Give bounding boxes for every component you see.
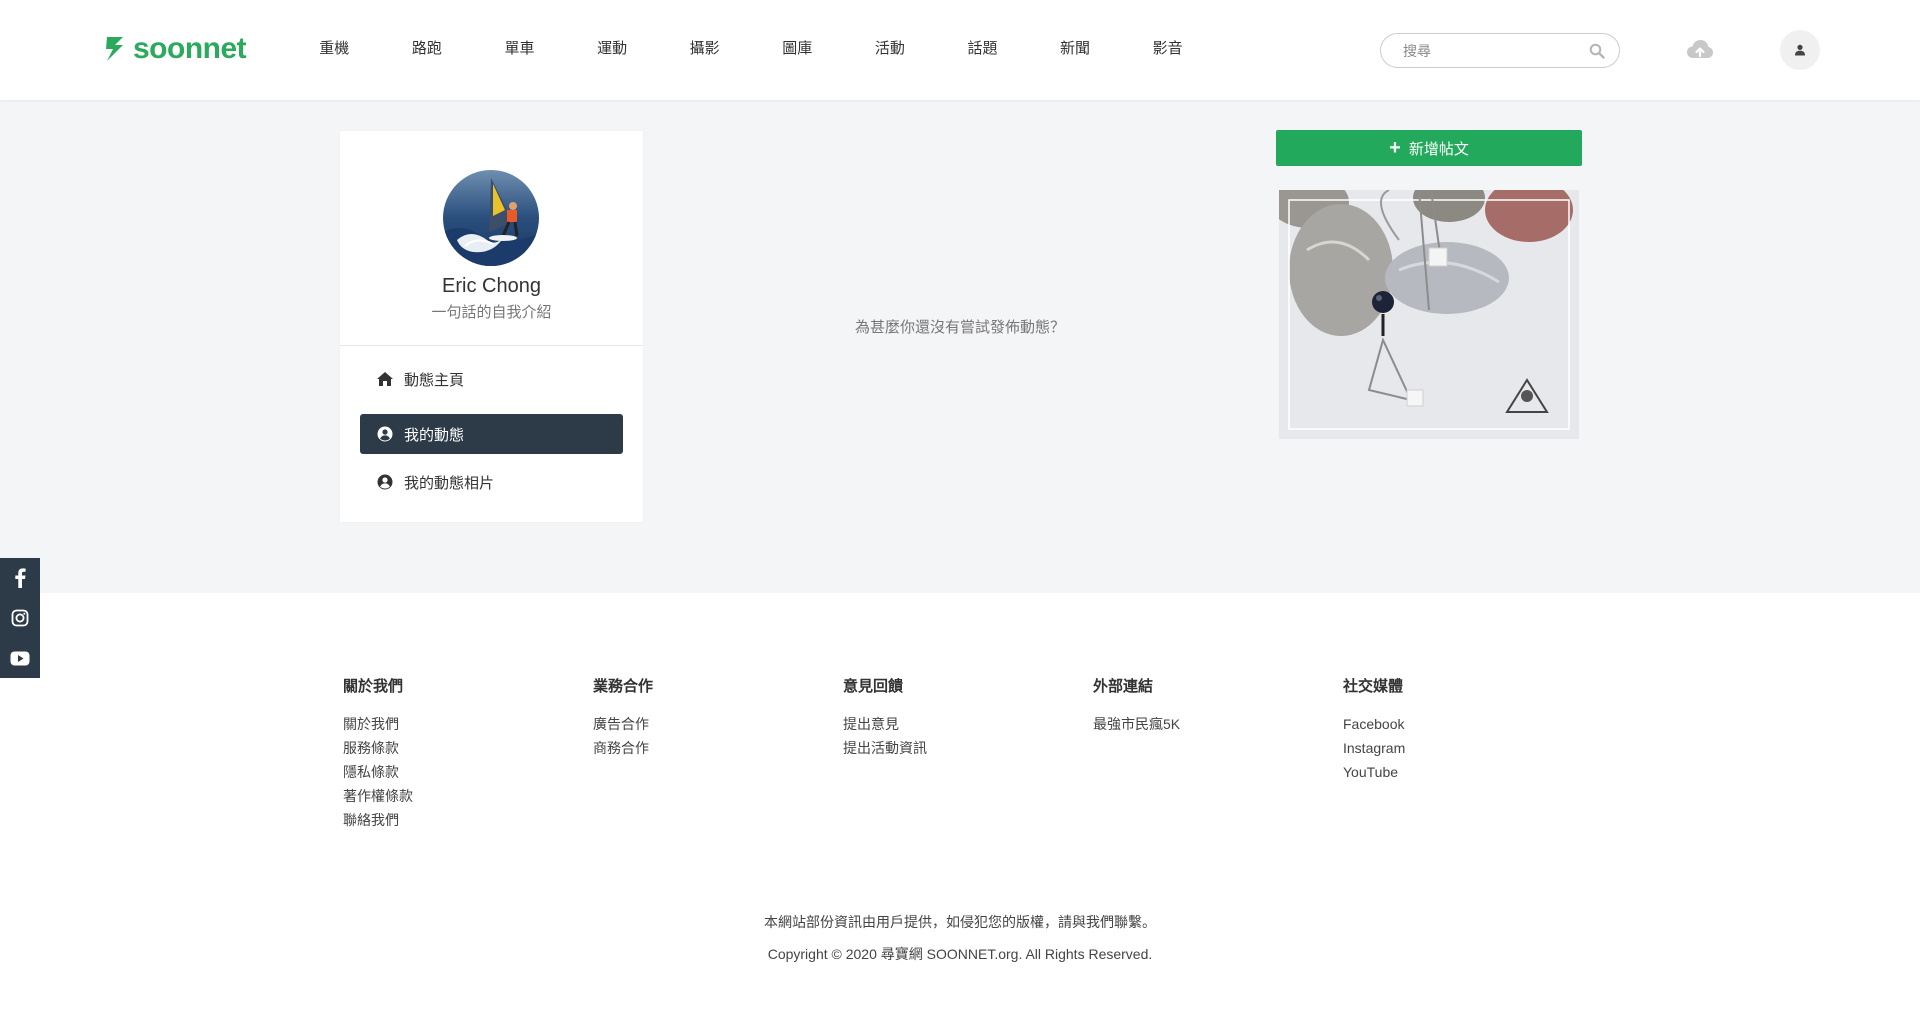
nav-item-topics[interactable]: 話題 — [936, 38, 1029, 60]
footer-copyright: Copyright © 2020 尋寶網 SOONNET.org. All Ri… — [767, 946, 1153, 962]
profile-bio: 一句話的自我介紹 — [431, 304, 552, 321]
nav-item-gallery[interactable]: 圖庫 — [751, 38, 844, 60]
footer-heading: 社交媒體 — [1343, 678, 1404, 695]
footer-col-about: 關於我們 關於我們 服務條款 隱私條款 著作權條款 聯絡我們 — [343, 677, 563, 832]
logo-text: soonnet — [133, 32, 247, 65]
site-header: soonnet 重機 路跑 單車 運動 攝影 圖庫 活動 話題 新聞 影音 — [0, 0, 1920, 100]
main-background — [0, 100, 1920, 593]
nav-item-cycling[interactable]: 單車 — [473, 38, 566, 60]
menu-item-label: 我的動態相片 — [404, 474, 495, 492]
footer-heading: 意見回饋 — [843, 678, 904, 695]
youtube-link[interactable] — [0, 638, 40, 678]
search-input[interactable] — [1403, 42, 1573, 60]
earrings-photo — [1279, 190, 1579, 439]
footer-link-facebook[interactable]: Facebook — [1343, 712, 1563, 736]
footer-link-youtube[interactable]: YouTube — [1343, 760, 1563, 784]
facebook-link[interactable] — [0, 558, 40, 598]
footer-heading: 關於我們 — [343, 678, 404, 695]
footer-link-5k[interactable]: 最強市民瘋5K — [1093, 712, 1313, 736]
footer-link-copyright-terms[interactable]: 著作權條款 — [343, 784, 563, 808]
social-sidebar — [0, 558, 40, 678]
footer-link-instagram[interactable]: Instagram — [1343, 736, 1563, 760]
user-menu-button[interactable] — [1780, 30, 1820, 70]
site-logo[interactable]: soonnet — [103, 32, 247, 65]
divider — [340, 345, 643, 346]
youtube-icon — [10, 651, 30, 665]
main-nav: 重機 路跑 單車 運動 攝影 圖庫 活動 話題 新聞 影音 — [288, 38, 1214, 60]
search-box — [1380, 33, 1620, 68]
new-post-button[interactable]: + 新增帖文 — [1276, 130, 1582, 166]
menu-item-label: 動態主頁 — [404, 371, 465, 389]
footer-col-feedback: 意見回饋 提出意見 提出活動資訊 — [843, 677, 1063, 760]
nav-item-photography[interactable]: 攝影 — [658, 38, 751, 60]
facebook-icon — [15, 568, 26, 588]
nav-item-events[interactable]: 活動 — [844, 38, 937, 60]
windsurfer-photo — [443, 170, 539, 266]
cloud-upload-icon[interactable] — [1686, 37, 1714, 63]
footer-col-business: 業務合作 廣告合作 商務合作 — [593, 677, 813, 760]
nav-item-news[interactable]: 新聞 — [1029, 38, 1122, 60]
home-icon — [376, 370, 394, 388]
profile-avatar[interactable] — [443, 170, 539, 266]
profile-card: Eric Chong 一句話的自我介紹 動態主頁 我的動態 我的動態相片 — [340, 131, 643, 522]
nav-item-video[interactable]: 影音 — [1121, 38, 1214, 60]
user-icon — [1795, 44, 1805, 56]
footer-link-advertising[interactable]: 廣告合作 — [593, 712, 813, 736]
profile-name: Eric Chong — [442, 275, 541, 297]
menu-item-label: 我的動態 — [404, 426, 465, 444]
menu-item-my-posts[interactable]: 我的動態 — [360, 414, 623, 454]
menu-item-my-photos[interactable]: 我的動態相片 — [360, 462, 623, 502]
footer-col-social: 社交媒體 Facebook Instagram YouTube — [1343, 677, 1563, 784]
nav-item-motorcycle[interactable]: 重機 — [288, 38, 381, 60]
footer-link-terms[interactable]: 服務條款 — [343, 736, 563, 760]
logo-mark-icon — [106, 37, 123, 61]
nav-item-running[interactable]: 路跑 — [381, 38, 474, 60]
ad-banner[interactable] — [1279, 190, 1579, 439]
footer-heading: 業務合作 — [593, 678, 654, 695]
user-circle-icon — [376, 425, 394, 443]
footer-link-submit-feedback[interactable]: 提出意見 — [843, 712, 1063, 736]
nav-item-sports[interactable]: 運動 — [566, 38, 659, 60]
footer-link-submit-event[interactable]: 提出活動資訊 — [843, 736, 1063, 760]
footer-link-about-us[interactable]: 關於我們 — [343, 712, 563, 736]
search-icon[interactable] — [1589, 43, 1605, 59]
user-circle-icon — [376, 473, 394, 491]
instagram-icon — [11, 609, 29, 627]
instagram-link[interactable] — [0, 598, 40, 638]
footer-link-business[interactable]: 商務合作 — [593, 736, 813, 760]
footer-heading: 外部連結 — [1093, 678, 1154, 695]
plus-icon: + — [1389, 137, 1401, 159]
footer-col-external: 外部連結 最強市民瘋5K — [1093, 677, 1313, 736]
footer-link-privacy[interactable]: 隱私條款 — [343, 760, 563, 784]
footer-link-contact[interactable]: 聯絡我們 — [343, 808, 563, 832]
empty-feed-message: 為甚麼你還沒有嘗試發佈動態？ — [854, 319, 1065, 336]
menu-item-feed-home[interactable]: 動態主頁 — [360, 359, 623, 399]
footer-note: 本網站部份資訊由用戶提供，如侵犯您的版權，請與我們聯繫。 — [764, 914, 1156, 930]
new-post-label: 新增帖文 — [1408, 140, 1469, 158]
